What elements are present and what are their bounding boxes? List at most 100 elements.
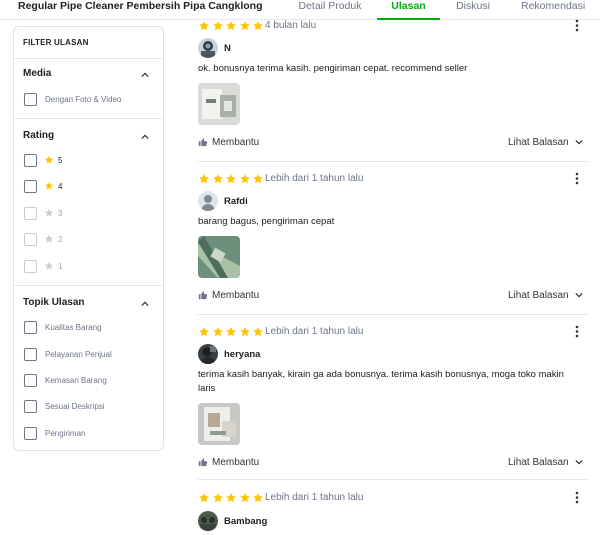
divider: [198, 161, 588, 162]
filter-option-pengiriman[interactable]: Pengiriman: [24, 426, 85, 440]
divider: [14, 285, 163, 286]
helpful-label: Membantu: [212, 289, 260, 301]
view-replies-button[interactable]: Lihat Balasan: [508, 455, 583, 469]
review-text: terima kasih banyak, kirain ga ada bonus…: [198, 369, 564, 394]
option-label: Dengan Foto & Video: [45, 94, 122, 104]
top-navigation: Regular Pipe Cleaner Pembersih Pipa Cang…: [0, 0, 600, 20]
helpful-button[interactable]: Membantu: [198, 288, 259, 302]
view-replies-label: Lihat Balasan: [508, 456, 569, 468]
helpful-button[interactable]: Membantu: [198, 135, 259, 149]
review-stars: [198, 326, 266, 338]
checkbox[interactable]: [24, 179, 37, 193]
star-icon: [253, 327, 263, 337]
checkbox[interactable]: [24, 92, 37, 106]
thumbs-up-icon: [198, 138, 208, 147]
star-icon: [44, 261, 54, 270]
checkbox[interactable]: [24, 320, 37, 334]
more-vertical-icon[interactable]: [575, 491, 579, 504]
star-icon: [212, 493, 223, 503]
view-replies-label: Lihat Balasan: [508, 289, 569, 301]
view-replies-button[interactable]: Lihat Balasan: [508, 135, 583, 149]
checkbox[interactable]: [24, 399, 37, 413]
view-replies-button[interactable]: Lihat Balasan: [508, 288, 583, 302]
star-icon: [253, 21, 263, 31]
review-time: Lebih dari 1 tahun lalu: [265, 492, 364, 503]
filter-option-rating-5[interactable]: 5: [24, 153, 62, 167]
checkbox-disabled: [24, 206, 37, 220]
filter-option-rating-2: 2: [24, 232, 62, 246]
divider: [14, 118, 163, 119]
avatar[interactable]: [198, 38, 218, 58]
helpful-label: Membantu: [212, 136, 260, 148]
star-icon: [239, 493, 250, 503]
tab-rekomendasi[interactable]: Rekomendasi: [521, 0, 585, 20]
star-icon: [44, 155, 54, 164]
tab-detail-produk[interactable]: Detail Produk: [298, 0, 362, 20]
star-icon: [199, 21, 209, 31]
review-photo[interactable]: [198, 236, 240, 278]
filter-option-rating-1: 1: [24, 259, 62, 273]
star-icon: [226, 327, 236, 337]
star-icon: [212, 174, 223, 184]
review-stars: [198, 173, 266, 185]
rating-label: 3: [58, 208, 63, 218]
filter-option-rating-3: 3: [24, 206, 62, 220]
option-label: Pengiriman: [45, 428, 86, 438]
reviewer-name[interactable]: heryana: [224, 349, 260, 360]
filter-option-kualitas-barang[interactable]: Kualitas Barang: [24, 320, 101, 334]
option-label: Kualitas Barang: [45, 322, 102, 332]
star-icon: [239, 327, 250, 337]
star-icon: [226, 174, 236, 184]
review-filter-panel: FILTER ULASAN Media Dengan Foto & Video …: [13, 26, 164, 451]
chevron-up-icon[interactable]: [141, 71, 149, 79]
more-vertical-icon[interactable]: [575, 172, 579, 185]
thumbs-up-icon: [198, 291, 208, 300]
checkbox[interactable]: [24, 347, 37, 361]
chevron-down-icon: [574, 139, 583, 145]
chevron-up-icon[interactable]: [141, 300, 149, 308]
avatar[interactable]: [198, 191, 218, 211]
checkbox-disabled: [24, 232, 37, 246]
avatar[interactable]: [198, 344, 218, 364]
reviewer-name[interactable]: Bambang: [224, 516, 267, 527]
chevron-up-icon[interactable]: [141, 133, 149, 141]
review-time: Lebih dari 1 tahun lalu: [265, 173, 364, 184]
star-icon: [253, 174, 263, 184]
filter-option-pelayanan-penjual[interactable]: Pelayanan Penjual: [24, 347, 112, 361]
review-stars: [198, 492, 266, 504]
filter-option-rating-4[interactable]: 4: [24, 179, 62, 193]
filter-option-media-photo-video[interactable]: Dengan Foto & Video: [24, 92, 121, 106]
tab-ulasan[interactable]: Ulasan: [377, 0, 440, 20]
helpful-button[interactable]: Membantu: [198, 455, 259, 469]
checkbox[interactable]: [24, 373, 37, 387]
avatar[interactable]: [198, 511, 218, 531]
star-icon: [226, 493, 236, 503]
checkbox[interactable]: [24, 426, 37, 440]
star-icon: [199, 174, 209, 184]
product-title: Regular Pipe Cleaner Pembersih Pipa Cang…: [18, 0, 263, 12]
review-text: ok. bonusnya terima kasih. pengiriman ce…: [198, 63, 468, 74]
star-icon: [226, 21, 236, 31]
rating-label: 5: [58, 155, 63, 165]
review-photo[interactable]: [198, 83, 240, 125]
chevron-down-icon: [574, 459, 583, 465]
review-photo[interactable]: [198, 403, 240, 445]
filter-option-kemasan-barang[interactable]: Kemasan Barang: [24, 373, 107, 387]
checkbox[interactable]: [24, 153, 37, 167]
filter-option-sesuai-deskripsi[interactable]: Sesuai Deskripsi: [24, 399, 105, 413]
filter-heading: FILTER ULASAN: [23, 38, 89, 47]
review-text: barang bagus, pengiriman cepat: [198, 216, 335, 227]
thumbs-up-icon: [198, 458, 208, 467]
option-label: Pelayanan Penjual: [45, 349, 112, 359]
more-vertical-icon[interactable]: [575, 19, 579, 32]
star-icon: [44, 181, 54, 190]
star-icon: [199, 493, 209, 503]
reviewer-name[interactable]: N: [224, 43, 231, 54]
review-time: 4 bulan lalu: [265, 20, 317, 31]
star-icon: [253, 493, 263, 503]
tab-diskusi[interactable]: Diskusi: [455, 0, 491, 20]
option-label: Kemasan Barang: [45, 375, 107, 385]
more-vertical-icon[interactable]: [575, 325, 579, 338]
chevron-down-icon: [574, 292, 583, 298]
reviewer-name[interactable]: Rafdi: [224, 196, 248, 207]
